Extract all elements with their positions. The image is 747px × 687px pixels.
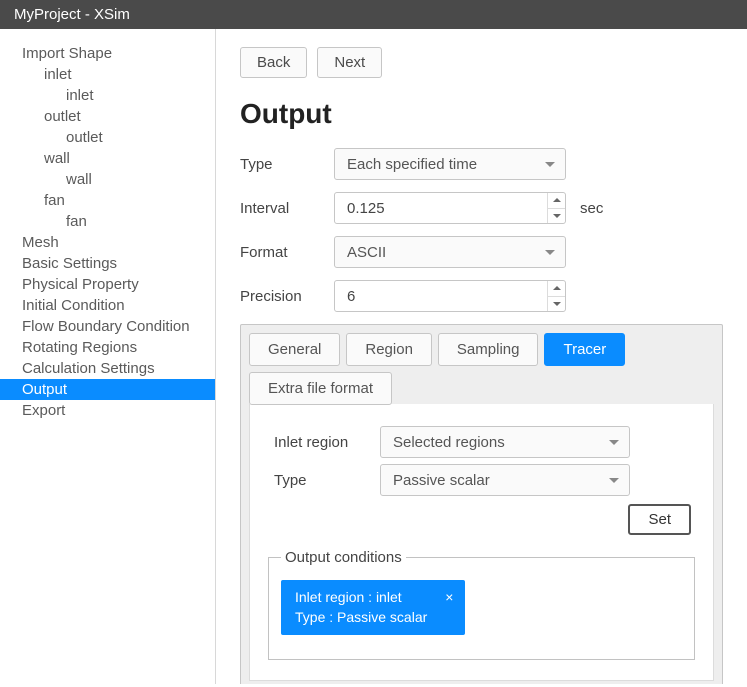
arrow-down-icon xyxy=(553,214,561,218)
sidebar-item-output[interactable]: Output xyxy=(0,379,215,400)
sidebar-item-flow-boundary-condition[interactable]: Flow Boundary Condition xyxy=(0,316,215,337)
nav-tree: Import Shapeinletinletoutletoutletwallwa… xyxy=(0,43,215,421)
interval-step-down[interactable] xyxy=(548,208,565,224)
interval-field[interactable] xyxy=(334,192,566,224)
select-format[interactable]: ASCII xyxy=(334,236,566,268)
tab-general[interactable]: General xyxy=(249,333,340,366)
titlebar: MyProject - XSim xyxy=(0,0,747,29)
set-button[interactable]: Set xyxy=(628,504,691,535)
condition-chip[interactable]: Inlet region : inlet Type : Passive scal… xyxy=(281,580,465,635)
label-precision: Precision xyxy=(240,288,320,305)
tab-extra-file-format[interactable]: Extra file format xyxy=(249,372,392,405)
arrow-up-icon xyxy=(553,198,561,202)
interval-unit: sec xyxy=(580,200,603,217)
sidebar-item-import-shape[interactable]: Import Shape xyxy=(0,43,215,64)
sidebar: Import Shapeinletinletoutletoutletwallwa… xyxy=(0,29,216,684)
precision-field[interactable] xyxy=(334,280,566,312)
label-interval: Interval xyxy=(240,200,320,217)
sidebar-item-basic-settings[interactable]: Basic Settings xyxy=(0,253,215,274)
interval-step-up[interactable] xyxy=(548,193,565,208)
tab-strip: GeneralRegionSamplingTracer Extra file fo… xyxy=(249,333,714,405)
sidebar-item-export[interactable]: Export xyxy=(0,400,215,421)
output-conditions-legend: Output conditions xyxy=(281,549,406,566)
sidebar-item-wall[interactable]: wall xyxy=(0,169,215,190)
label-tracer-type: Type xyxy=(266,472,366,489)
sidebar-item-fan[interactable]: fan xyxy=(0,211,215,232)
sidebar-item-fan[interactable]: fan xyxy=(0,190,215,211)
sidebar-item-mesh[interactable]: Mesh xyxy=(0,232,215,253)
label-inlet-region: Inlet region xyxy=(266,434,366,451)
window-title: MyProject - XSim xyxy=(14,6,130,23)
select-output-type[interactable]: Each specified time xyxy=(334,148,566,180)
page-title: Output xyxy=(240,98,723,130)
chevron-down-icon xyxy=(609,478,619,483)
tab-region[interactable]: Region xyxy=(346,333,432,366)
sidebar-item-rotating-regions[interactable]: Rotating Regions xyxy=(0,337,215,358)
tab-panel: GeneralRegionSamplingTracer Extra file fo… xyxy=(240,324,723,684)
sidebar-item-physical-property[interactable]: Physical Property xyxy=(0,274,215,295)
sidebar-item-inlet[interactable]: inlet xyxy=(0,64,215,85)
select-tracer-type[interactable]: Passive scalar xyxy=(380,464,630,496)
tab-tracer[interactable]: Tracer xyxy=(544,333,625,366)
condition-line-2: Type : Passive scalar xyxy=(295,608,427,628)
condition-chip-text: Inlet region : inlet Type : Passive scal… xyxy=(295,588,427,627)
tab-content-tracer: Inlet region Selected regions Type Passi… xyxy=(249,404,714,681)
select-tracer-type-value: Passive scalar xyxy=(393,472,490,489)
back-button[interactable]: Back xyxy=(240,47,307,78)
sidebar-item-initial-condition[interactable]: Initial Condition xyxy=(0,295,215,316)
sidebar-item-calculation-settings[interactable]: Calculation Settings xyxy=(0,358,215,379)
select-inlet-region-value: Selected regions xyxy=(393,434,505,451)
label-format: Format xyxy=(240,244,320,261)
next-button[interactable]: Next xyxy=(317,47,382,78)
sidebar-item-wall[interactable]: wall xyxy=(0,148,215,169)
select-format-value: ASCII xyxy=(347,244,386,261)
main-panel: Back Next Output Type Each specified tim… xyxy=(216,29,747,684)
label-type: Type xyxy=(240,156,320,173)
interval-input[interactable] xyxy=(335,193,543,223)
precision-input[interactable] xyxy=(335,281,543,311)
chevron-down-icon xyxy=(545,250,555,255)
condition-line-1: Inlet region : inlet xyxy=(295,588,427,608)
tab-sampling[interactable]: Sampling xyxy=(438,333,539,366)
sidebar-item-inlet[interactable]: inlet xyxy=(0,85,215,106)
chevron-down-icon xyxy=(545,162,555,167)
select-inlet-region[interactable]: Selected regions xyxy=(380,426,630,458)
sidebar-item-outlet[interactable]: outlet xyxy=(0,127,215,148)
sidebar-item-outlet[interactable]: outlet xyxy=(0,106,215,127)
precision-step-up[interactable] xyxy=(548,281,565,296)
chevron-down-icon xyxy=(609,440,619,445)
precision-step-down[interactable] xyxy=(548,296,565,312)
arrow-up-icon xyxy=(553,286,561,290)
arrow-down-icon xyxy=(553,302,561,306)
select-output-type-value: Each specified time xyxy=(347,156,477,173)
output-conditions-group: Output conditions Inlet region : inlet T… xyxy=(268,549,695,660)
close-icon[interactable]: × xyxy=(445,588,453,608)
